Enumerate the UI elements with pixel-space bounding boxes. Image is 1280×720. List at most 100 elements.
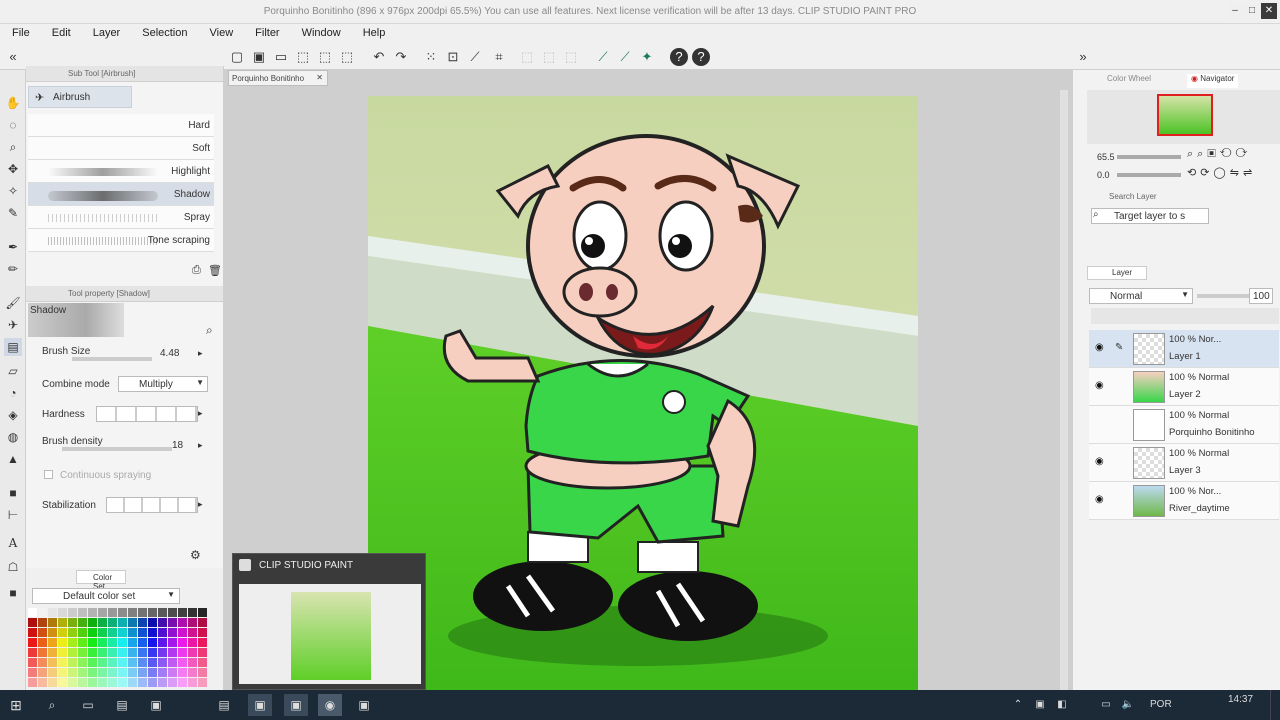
color-swatch[interactable]: [138, 678, 147, 687]
color-swatch[interactable]: [138, 658, 147, 667]
color-swatch[interactable]: [118, 658, 127, 667]
tray-icon[interactable]: ◧: [1050, 694, 1074, 716]
color-swatch[interactable]: [178, 668, 187, 677]
windows-start-icon[interactable]: ⊞: [4, 694, 28, 716]
app-icon[interactable]: ▤: [212, 694, 236, 716]
color-swatch[interactable]: [38, 648, 47, 657]
menu-layer[interactable]: Layer: [81, 24, 131, 44]
new-subtool-icon[interactable]: ⎙: [192, 264, 201, 277]
color-swatch[interactable]: [158, 618, 167, 627]
color-swatch[interactable]: [28, 648, 37, 657]
crop-icon[interactable]: ⌗: [490, 48, 508, 66]
color-swatch[interactable]: [168, 648, 177, 657]
color-swatch[interactable]: [88, 638, 97, 647]
color-swatch[interactable]: [178, 658, 187, 667]
color-swatch[interactable]: [168, 638, 177, 647]
color-swatch[interactable]: [98, 658, 107, 667]
color-swatch[interactable]: [68, 638, 77, 647]
color-swatch[interactable]: [98, 638, 107, 647]
pen-icon[interactable]: ⟋: [466, 48, 484, 66]
color-swatch[interactable]: [198, 678, 207, 687]
color-swatch[interactable]: [28, 658, 37, 667]
collapse-right-icon[interactable]: »: [1074, 48, 1092, 66]
scale-icon[interactable]: ⬚: [338, 48, 356, 66]
color-swatch[interactable]: [88, 668, 97, 677]
magnify-icon[interactable]: ⌕: [206, 323, 213, 338]
color-swatch[interactable]: [28, 628, 37, 637]
color-swatches[interactable]: [28, 608, 208, 688]
color-swatch[interactable]: [188, 628, 197, 637]
opacity-value[interactable]: 100: [1249, 288, 1273, 304]
rotate-value[interactable]: 0.0: [1097, 170, 1110, 180]
color-swatch[interactable]: [88, 658, 97, 667]
color-swatch[interactable]: [108, 658, 117, 667]
color-swatch[interactable]: [128, 648, 137, 657]
color-swatch[interactable]: [78, 668, 87, 677]
color-swatch[interactable]: [98, 648, 107, 657]
color-swatch[interactable]: [118, 608, 127, 617]
color-swatch[interactable]: [98, 618, 107, 627]
deselect-icon[interactable]: ⁙: [422, 48, 440, 66]
network-icon[interactable]: ▭: [1094, 694, 1118, 716]
layer-tab[interactable]: Layer: [1087, 266, 1147, 280]
selection-icon[interactable]: ⬚: [294, 48, 312, 66]
color-swatch[interactable]: [58, 678, 67, 687]
color-swatch[interactable]: [198, 628, 207, 637]
color-swatch[interactable]: [78, 638, 87, 647]
color-swatch[interactable]: [118, 678, 127, 687]
close-button[interactable]: ✕: [1261, 3, 1277, 19]
wand-icon[interactable]: ✧: [4, 182, 22, 200]
color-swatch[interactable]: [138, 668, 147, 677]
color-swatch[interactable]: [88, 678, 97, 687]
eraser-icon[interactable]: ▱: [4, 362, 22, 380]
gradient-icon[interactable]: ◍: [4, 428, 22, 446]
ruler-icon[interactable]: ⊢: [4, 506, 22, 524]
color-swatch[interactable]: [78, 678, 87, 687]
brush-tone-scraping[interactable]: Tone scraping: [28, 229, 214, 252]
color-wheel-tab[interactable]: Color Wheel: [1107, 74, 1151, 88]
color-swatch[interactable]: [108, 608, 117, 617]
text-tool-icon[interactable]: A: [4, 534, 22, 552]
color-swatch[interactable]: [58, 658, 67, 667]
figure-icon[interactable]: ■: [4, 484, 22, 502]
eyedrop-icon[interactable]: ✎: [4, 204, 22, 222]
color-swatch[interactable]: [128, 638, 137, 647]
layer-row[interactable]: ◉ 100 % Normal Layer 2: [1089, 368, 1279, 406]
brush-size-value[interactable]: 4.48: [160, 348, 179, 359]
color-swatch[interactable]: [38, 628, 47, 637]
color-swatch[interactable]: [188, 608, 197, 617]
color-swatch[interactable]: [68, 648, 77, 657]
snap-icon[interactable]: ⟋: [594, 48, 612, 66]
eye-icon[interactable]: ◉: [1095, 343, 1105, 353]
move-icon[interactable]: ✥: [4, 160, 22, 178]
zoom-value[interactable]: 65.5: [1097, 152, 1115, 162]
color-swatch[interactable]: [178, 648, 187, 657]
snap-ruler-icon[interactable]: ✦: [638, 48, 656, 66]
zoom-slider[interactable]: [1117, 155, 1181, 159]
color-swatch[interactable]: [148, 618, 157, 627]
color-swatch[interactable]: [68, 668, 77, 677]
eye-icon[interactable]: ◉: [1095, 457, 1105, 467]
color-swatch[interactable]: [178, 678, 187, 687]
color-swatch[interactable]: [168, 658, 177, 667]
density-spinner-icon[interactable]: ▸: [198, 440, 203, 451]
color-swatch[interactable]: [48, 638, 57, 647]
color-swatch[interactable]: [188, 618, 197, 627]
color-swatch[interactable]: [168, 608, 177, 617]
pen-tool-icon[interactable]: ✒: [4, 238, 22, 256]
snap-grid-icon[interactable]: ⟋: [616, 48, 634, 66]
app-icon[interactable]: ▣: [352, 694, 376, 716]
color-set-tab[interactable]: Color Set: [76, 570, 126, 591]
color-swatch[interactable]: [28, 668, 37, 677]
brush-size-spinner-icon[interactable]: ▸: [198, 348, 203, 359]
color-swatch[interactable]: [168, 668, 177, 677]
color-swatch[interactable]: [138, 618, 147, 627]
color-swatch[interactable]: [178, 628, 187, 637]
color-swatch[interactable]: [78, 658, 87, 667]
color-swatch[interactable]: [128, 668, 137, 677]
color-swatch[interactable]: [158, 658, 167, 667]
color-swatch[interactable]: [178, 618, 187, 627]
airbrush-icon[interactable]: ✈: [4, 316, 22, 334]
brush-hard[interactable]: Hard: [28, 114, 214, 137]
tray-icon[interactable]: ▣: [1028, 694, 1052, 716]
